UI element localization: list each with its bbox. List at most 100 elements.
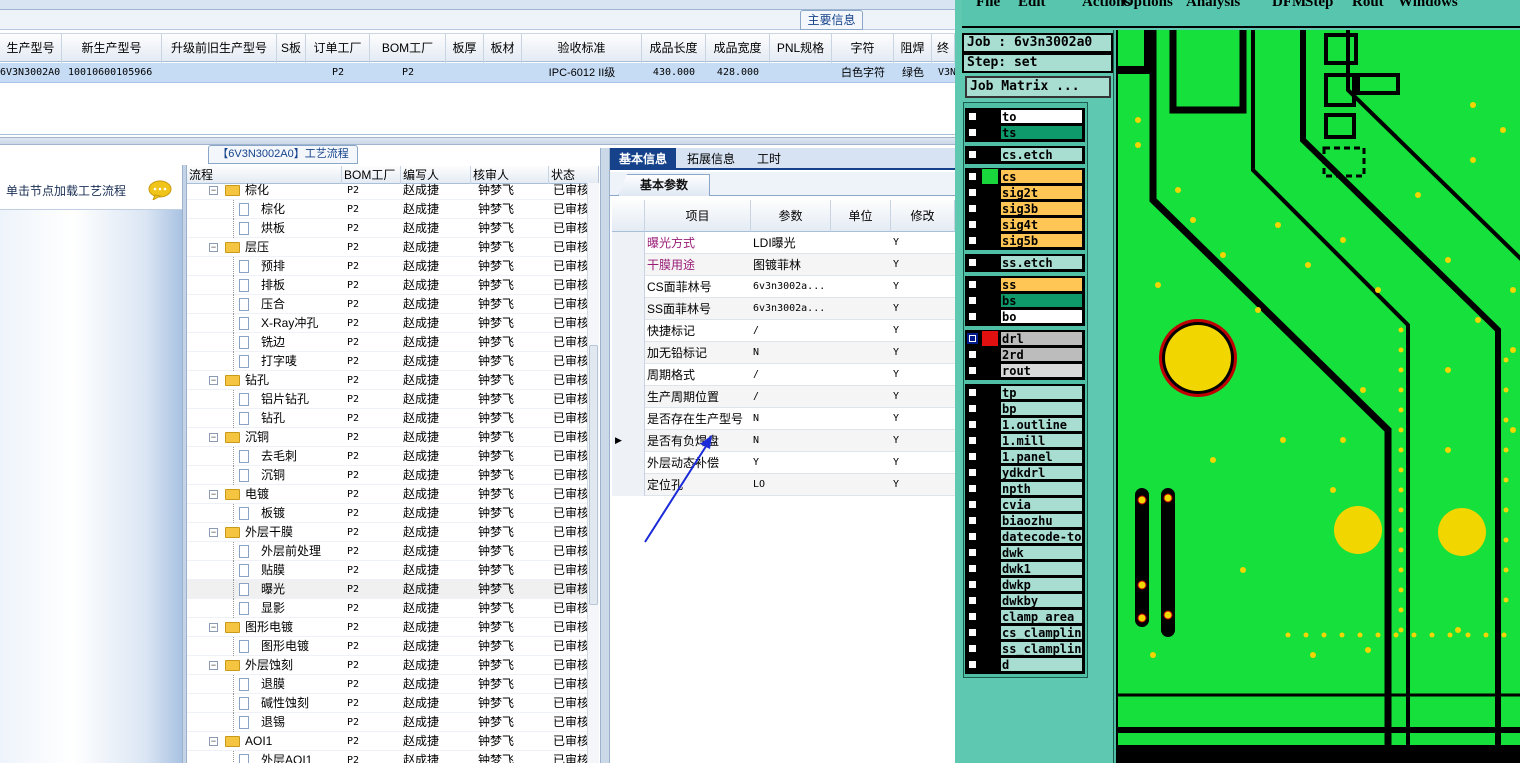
layer-checkbox[interactable] [967, 595, 978, 606]
param-row[interactable]: 周期格式 / Y [612, 364, 955, 386]
param-value[interactable]: LO [751, 474, 831, 496]
row-header[interactable] [612, 408, 645, 430]
tree-row-排板[interactable]: 排板 P2 赵成捷 钟梦飞 已审核 [187, 276, 598, 295]
pcb-artwork[interactable] [1118, 30, 1520, 763]
layer-row-2rd[interactable]: 2rd [967, 347, 1084, 362]
layer-row-bp[interactable]: bp [967, 401, 1084, 416]
tree-row-显影[interactable]: 显影 P2 赵成捷 钟梦飞 已审核 [187, 599, 598, 618]
column-header[interactable]: 成品宽度 [706, 34, 770, 63]
param-column-header[interactable]: 参数 [751, 200, 831, 232]
grid-cell[interactable] [277, 63, 306, 83]
param-row[interactable]: 是否存在生产型号 N Y [612, 408, 955, 430]
layer-row-sig5b[interactable]: sig5b [967, 233, 1084, 248]
tree-scrollbar-thumb[interactable] [589, 345, 598, 605]
layer-row-dwkby[interactable]: dwkby [967, 593, 1084, 608]
expand-toggle[interactable]: − [209, 528, 218, 537]
layer-row-to[interactable]: to [967, 109, 1084, 124]
layer-row-1.outline[interactable]: 1.outline [967, 417, 1084, 432]
layer-name[interactable]: ss [1000, 277, 1083, 292]
layer-checkbox[interactable] [967, 563, 978, 574]
layer-row-datecode-to[interactable]: datecode-to [967, 529, 1084, 544]
layer-name[interactable]: cvia [1000, 497, 1083, 512]
layer-name[interactable]: sig5b [1000, 233, 1083, 248]
layer-checkbox[interactable] [967, 149, 978, 160]
tree-row-棕化[interactable]: − 棕化 P2 赵成捷 钟梦飞 已审核 [187, 181, 598, 200]
layer-row-dwkp[interactable]: dwkp [967, 577, 1084, 592]
layer-checkbox[interactable] [967, 171, 978, 182]
tree-row-电镀[interactable]: − 电镀 P2 赵成捷 钟梦飞 已审核 [187, 485, 598, 504]
tree-row-去毛刺[interactable]: 去毛刺 P2 赵成捷 钟梦飞 已审核 [187, 447, 598, 466]
column-header[interactable]: 订单工厂 [306, 34, 370, 63]
layer-checkbox[interactable] [967, 659, 978, 670]
layer-checkbox[interactable] [967, 611, 978, 622]
layer-checkbox[interactable] [967, 499, 978, 510]
row-header[interactable] [612, 386, 645, 408]
layer-name[interactable]: sig4t [1000, 217, 1083, 232]
param-value[interactable]: N [751, 408, 831, 430]
layer-name[interactable]: ydkdrl [1000, 465, 1083, 480]
param-value[interactable]: 6v3n3002a... [751, 276, 831, 298]
layer-checkbox[interactable] [967, 311, 978, 322]
layer-name[interactable]: dwk [1000, 545, 1083, 560]
layer-row-1.mill[interactable]: 1.mill [967, 433, 1084, 448]
layer-row-drl[interactable]: drl [967, 331, 1084, 346]
layer-row-dwk[interactable]: dwk [967, 545, 1084, 560]
layer-name[interactable]: ss.etch [1000, 255, 1083, 270]
layer-name[interactable]: 1.mill [1000, 433, 1083, 448]
layer-name[interactable]: bo [1000, 309, 1083, 324]
grid-cell[interactable]: 430.000 [642, 63, 706, 83]
tree-row-退锡[interactable]: 退锡 P2 赵成捷 钟梦飞 已审核 [187, 713, 598, 732]
layer-checkbox[interactable] [967, 643, 978, 654]
tree-row-碱性蚀刻[interactable]: 碱性蚀刻 P2 赵成捷 钟梦飞 已审核 [187, 694, 598, 713]
layer-row-1.panel[interactable]: 1.panel [967, 449, 1084, 464]
layer-checkbox[interactable] [967, 349, 978, 360]
speech-bubble-icon[interactable] [148, 180, 172, 200]
expand-toggle[interactable]: − [209, 433, 218, 442]
layer-row-cs.etch[interactable]: cs.etch [967, 147, 1084, 162]
layer-checkbox[interactable] [967, 627, 978, 638]
param-row[interactable]: 快捷标记 / Y [612, 320, 955, 342]
column-header[interactable]: 字符 [832, 34, 894, 63]
layer-checkbox[interactable] [967, 219, 978, 230]
layer-name[interactable]: d [1000, 657, 1083, 672]
row-header[interactable] [612, 342, 645, 364]
layer-checkbox[interactable] [967, 203, 978, 214]
layer-name[interactable]: 2rd [1000, 347, 1083, 362]
layer-row-clamp_area[interactable]: clamp_area [967, 609, 1084, 624]
grid-cell[interactable]: V3N [932, 63, 955, 83]
column-header[interactable]: 成品长度 [642, 34, 706, 63]
expand-toggle[interactable]: − [209, 661, 218, 670]
layer-row-cvia[interactable]: cvia [967, 497, 1084, 512]
tree-row-沉铜[interactable]: 沉铜 P2 赵成捷 钟梦飞 已审核 [187, 466, 598, 485]
column-header[interactable]: 升级前旧生产型号 [162, 34, 277, 63]
vertical-splitter-right[interactable] [600, 148, 610, 763]
param-row[interactable]: 干膜用途 图镀菲林 Y [612, 254, 955, 276]
layer-checkbox[interactable] [967, 187, 978, 198]
column-header[interactable]: 验收标准 [522, 34, 642, 63]
layer-row-cs_clampline[interactable]: cs_clampline [967, 625, 1084, 640]
layer-name[interactable]: cs_clampline [1000, 625, 1083, 640]
column-header[interactable]: 新生产型号 [62, 34, 162, 63]
layer-checkbox[interactable] [967, 387, 978, 398]
tree-row-图形电镀[interactable]: − 图形电镀 P2 赵成捷 钟梦飞 已审核 [187, 618, 598, 637]
menu-dfm[interactable]: DFM [1272, 0, 1306, 11]
row-header[interactable] [612, 254, 645, 276]
layer-row-ydkdrl[interactable]: ydkdrl [967, 465, 1084, 480]
expand-toggle[interactable]: − [209, 243, 218, 252]
grid-cell[interactable]: 绿色 [894, 63, 932, 83]
param-value[interactable]: / [751, 386, 831, 408]
column-header[interactable]: PNL规格 [770, 34, 832, 63]
layer-row-sig2t[interactable]: sig2t [967, 185, 1084, 200]
param-column-header[interactable]: 修改 [891, 200, 955, 232]
tree-row-铝片钻孔[interactable]: 铝片钻孔 P2 赵成捷 钟梦飞 已审核 [187, 390, 598, 409]
layer-name[interactable]: to [1000, 109, 1083, 124]
layer-checkbox[interactable] [967, 111, 978, 122]
menu-options[interactable]: Options [1122, 0, 1173, 11]
tree-row-外层前处理[interactable]: 外层前处理 P2 赵成捷 钟梦飞 已审核 [187, 542, 598, 561]
layer-name[interactable]: ss_clampline [1000, 641, 1083, 656]
layer-checkbox[interactable] [967, 451, 978, 462]
param-row[interactable]: 曝光方式 LDI曝光 Y [612, 232, 955, 254]
param-value[interactable]: Y [751, 452, 831, 474]
menu-file[interactable]: File [976, 0, 1000, 11]
tree-row-退膜[interactable]: 退膜 P2 赵成捷 钟梦飞 已审核 [187, 675, 598, 694]
